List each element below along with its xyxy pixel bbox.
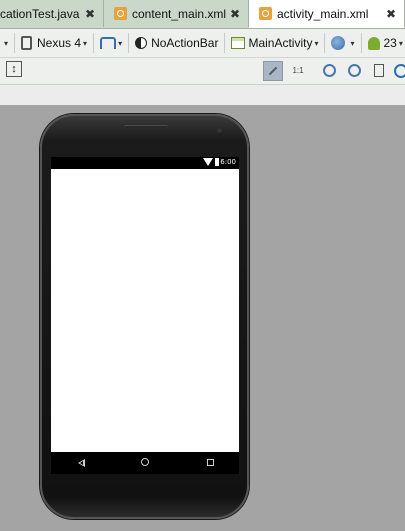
navigation-bar [51,452,239,474]
preview-button[interactable] [369,61,389,81]
refresh-icon [394,64,405,78]
toolbar-divider [93,33,95,53]
palette-dropdown[interactable]: ▾ [2,29,8,57]
layout-toolbar: ▾ Nexus 4 ▾ ▾ NoActionBar MainActivity ▾… [0,29,405,58]
zoom-out-icon [347,64,361,77]
theme-icon [135,37,148,49]
back-icon [74,456,88,470]
status-time: 6:00 [220,158,236,166]
tab-label: activity_main.xml [277,6,369,21]
toolbar-divider [14,33,16,53]
zoom-out-button[interactable] [344,61,364,81]
layout-preview-screen[interactable] [51,169,239,452]
zoom-to-fit-button[interactable] [263,61,283,81]
device-icon [21,36,33,50]
actual-size-button[interactable]: 1:1 [288,61,308,81]
close-icon[interactable]: ✖ [230,7,244,21]
tab-content-main[interactable]: content_main.xml ✖ [104,0,249,27]
device-label: Nexus 4 [37,36,82,50]
android-icon [367,36,380,50]
front-camera [217,128,222,133]
activity-label: MainActivity [248,36,313,50]
resize-vertical-icon[interactable]: ↕ [6,61,22,77]
recent-apps-icon [203,456,217,470]
api-level-dropdown[interactable]: 23 ▾ [367,29,403,57]
toolbar-divider [360,33,362,53]
orientation-dropdown[interactable]: ▾ [100,29,122,57]
home-icon [138,456,152,470]
zoom-toolbar: ↕ 1:1 [0,58,405,85]
theme-label: NoActionBar [151,36,219,50]
xml-file-icon [114,7,127,20]
tab-label: cationTest.java [0,6,80,21]
zoom-in-icon [322,64,336,77]
battery-icon [215,158,219,166]
speaker-grille [124,125,168,129]
globe-icon [331,36,346,50]
status-bar: 6:00 [51,157,239,169]
refresh-button[interactable] [391,61,405,81]
locale-dropdown[interactable]: ▾ [331,29,355,57]
theme-dropdown[interactable]: NoActionBar [135,29,218,57]
editor-tab-bar: cationTest.java ✖ content_main.xml ✖ act… [0,0,405,29]
close-icon[interactable]: ✖ [386,7,400,21]
canvas-top-strip [0,85,405,105]
toolbar-divider [324,33,326,53]
xml-file-icon [259,7,272,20]
page-icon [374,64,384,77]
zoom-fit-icon [268,66,278,76]
wifi-icon [203,158,213,166]
tab-activity-main[interactable]: activity_main.xml ✖ [249,0,405,28]
tab-label: content_main.xml [132,6,227,21]
activity-dropdown[interactable]: MainActivity ▾ [231,29,318,57]
tab-application-test[interactable]: cationTest.java ✖ [0,0,104,27]
toolbar-divider [128,33,130,53]
toolbar-divider [224,33,226,53]
api-level-label: 23 [383,36,397,50]
close-icon[interactable]: ✖ [85,7,99,21]
zoom-in-button[interactable] [319,61,339,81]
orientation-icon [100,37,117,49]
activity-icon [231,37,246,49]
device-dropdown[interactable]: Nexus 4 ▾ [21,29,87,57]
